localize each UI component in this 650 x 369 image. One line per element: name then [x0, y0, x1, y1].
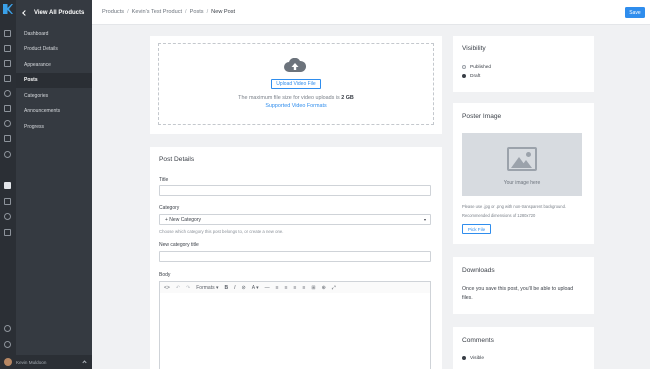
top-bar: Products / Kevin's Test Product / Posts … — [92, 0, 650, 25]
save-button[interactable]: Save — [625, 7, 645, 18]
avatar — [4, 358, 12, 366]
fullscreen-button[interactable]: ⤢ — [332, 285, 336, 291]
horizontal-rule-button[interactable]: — — [265, 285, 270, 291]
undo-button[interactable]: ↶ — [176, 285, 180, 291]
pick-file-button[interactable]: Pick File — [462, 224, 491, 234]
category-select[interactable]: + New Category — [159, 214, 431, 225]
breadcrumb-product[interactable]: Kevin's Test Product — [132, 9, 182, 15]
chevron-left-icon — [22, 9, 28, 16]
breadcrumb-current: New Post — [211, 9, 236, 15]
back-to-products-link[interactable]: View All Products — [16, 0, 92, 25]
numbered-list-button[interactable]: ≡ — [294, 285, 297, 291]
help-icon[interactable] — [4, 341, 11, 348]
published-radio[interactable] — [462, 65, 466, 69]
category-hint: Choose which category this post belongs … — [159, 229, 284, 234]
visibility-heading: Visibility — [462, 45, 486, 52]
comments-card — [453, 327, 594, 369]
category-label: Category — [159, 205, 180, 211]
indent-button[interactable]: ≡ — [302, 285, 305, 291]
downloads-text: Once you save this post, you'll be able … — [462, 286, 574, 301]
visible-radio[interactable] — [462, 356, 466, 360]
sidebar-item-product-details[interactable]: Product Details — [16, 42, 92, 58]
sidebar-item-dashboard[interactable]: Dashboard — [16, 26, 92, 42]
new-category-label: New category title — [159, 242, 199, 248]
icon-rail — [0, 0, 16, 369]
back-label: View All Products — [34, 9, 85, 16]
chat-icon[interactable] — [4, 182, 11, 189]
people-icon[interactable] — [4, 120, 11, 127]
title-label: Title — [159, 177, 169, 183]
user-menu[interactable]: Kevin Muldoon — [0, 355, 92, 369]
sidebar-item-progress[interactable]: Progress — [16, 119, 92, 135]
globe-icon[interactable] — [4, 213, 11, 220]
website-icon[interactable] — [4, 45, 11, 52]
breadcrumb-products[interactable]: Products — [102, 9, 124, 15]
clear-format-button[interactable]: ⊘ — [242, 285, 246, 291]
supported-formats-link[interactable]: Supported Video Formats — [150, 103, 442, 109]
analytics-icon[interactable] — [4, 135, 11, 142]
sidebar: View All Products Dashboard Product Deta… — [0, 0, 92, 369]
insert-table-button[interactable]: ⊞ — [311, 285, 315, 291]
poster-placeholder-text: Your image here — [503, 180, 541, 186]
cart-icon[interactable] — [4, 198, 11, 205]
draft-label: Draft — [470, 74, 481, 79]
downloads-heading: Downloads — [462, 267, 495, 274]
messages-icon[interactable] — [4, 229, 11, 236]
poster-heading: Poster Image — [462, 113, 502, 120]
source-code-button[interactable]: <> — [164, 285, 170, 291]
visible-label: Visible — [470, 356, 485, 361]
breadcrumb-posts[interactable]: Posts — [190, 9, 204, 15]
draft-radio[interactable] — [462, 74, 466, 78]
redo-button[interactable]: ↷ — [186, 285, 190, 291]
image-icon — [507, 147, 537, 171]
poster-dimensions: Recommended dimensions of 1280x720 — [462, 213, 536, 218]
formats-dropdown[interactable]: Formats ▾ — [196, 285, 218, 291]
italic-button[interactable]: I — [234, 285, 235, 291]
pages-icon[interactable] — [4, 75, 11, 82]
dashboard-icon[interactable] — [4, 30, 11, 37]
sidebar-item-appearance[interactable]: Appearance — [16, 57, 92, 73]
published-label: Published — [470, 65, 492, 70]
bullet-list-button[interactable]: ≡ — [285, 285, 288, 291]
kajabi-logo-icon[interactable] — [3, 4, 13, 14]
new-category-input[interactable] — [159, 251, 431, 262]
chevron-up-icon — [82, 360, 87, 365]
poster-hint: Please use .jpg or .png with non-transpa… — [462, 204, 567, 209]
products-icon[interactable] — [4, 60, 11, 67]
user-name: Kevin Muldoon — [16, 359, 47, 365]
sidebar-item-categories[interactable]: Categories — [16, 88, 92, 104]
marketing-icon[interactable] — [4, 90, 11, 97]
post-details-heading: Post Details — [159, 156, 195, 163]
settings-gear-icon[interactable] — [4, 325, 11, 332]
body-label: Body — [159, 272, 171, 278]
bold-button[interactable]: B — [224, 285, 228, 291]
comments-heading: Comments — [462, 337, 494, 344]
email-icon[interactable] — [4, 105, 11, 112]
caret-down-icon — [424, 219, 426, 221]
sidebar-item-posts[interactable]: Posts — [16, 72, 92, 88]
category-value: + New Category — [165, 216, 201, 223]
upload-video-button[interactable]: Upload Video File — [271, 79, 321, 89]
cloud-upload-icon — [284, 58, 306, 72]
body-editor[interactable] — [159, 293, 431, 369]
max-size-text: The maximum file size for video uploads … — [238, 95, 354, 101]
settings-icon[interactable] — [4, 151, 11, 158]
title-input[interactable] — [159, 185, 431, 196]
align-left-button[interactable]: ≡ — [276, 285, 279, 291]
sidebar-item-announcements[interactable]: Announcements — [16, 104, 92, 120]
text-color-button[interactable]: A ▾ — [252, 285, 259, 291]
insert-link-button[interactable]: ⊕ — [322, 285, 326, 291]
